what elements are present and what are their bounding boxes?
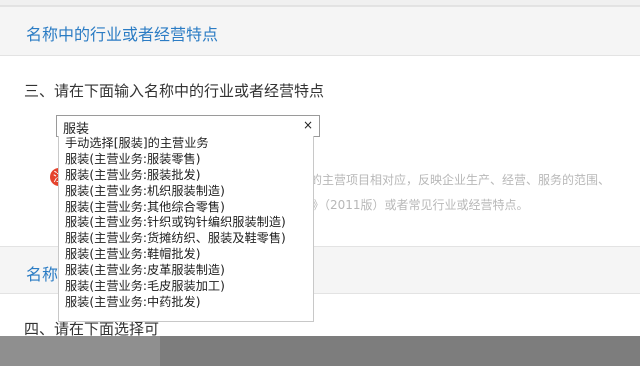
- bottom-overlay-shade: [160, 336, 640, 366]
- dropdown-item[interactable]: 服装(主营业务:毛皮服装加工): [59, 279, 313, 295]
- section-title: 名称中的行业或者经营特点: [26, 25, 219, 44]
- dropdown-item[interactable]: 服装(主营业务:鞋帽批发): [59, 247, 313, 263]
- dropdown-item[interactable]: 服装(主营业务:其他综合零售): [59, 200, 313, 216]
- dropdown-item[interactable]: 服装(主营业务:机织服装制造): [59, 184, 313, 200]
- dropdown-item[interactable]: 服装(主营业务:中药批发): [59, 295, 313, 311]
- search-input-value[interactable]: 服装: [63, 118, 89, 137]
- form-panel: 名称中的行业或者经营特点 三、请在下面输入名称中的行业或者经营特点 注 的主营项…: [0, 0, 640, 366]
- dropdown-item[interactable]: 服装(主营业务:服装批发): [59, 168, 313, 184]
- dropdown-item[interactable]: 手动选择[服装]的主营业务: [59, 136, 313, 152]
- dropdown-item[interactable]: 服装(主营业务:货摊纺织、服装及鞋零售): [59, 231, 313, 247]
- suggestion-dropdown: 手动选择[服装]的主营业务 服装(主营业务:服装零售) 服装(主营业务:服装批发…: [58, 136, 314, 322]
- question-3-label: 三、请在下面输入名称中的行业或者经营特点: [24, 82, 325, 100]
- dropdown-item[interactable]: 服装(主营业务:服装零售): [59, 152, 313, 168]
- hint-text-line-2: 》（2011版）或者常见行业或经营特点。: [312, 198, 529, 212]
- clear-icon[interactable]: ×: [303, 118, 313, 132]
- dropdown-item[interactable]: 服装(主营业务:皮革服装制造): [59, 263, 313, 279]
- section-header-industry: 名称中的行业或者经营特点: [0, 6, 640, 56]
- dropdown-item[interactable]: 服装(主营业务:针织或钩针编织服装制造): [59, 215, 313, 231]
- hint-text-line-1: 的主营项目相对应，反映企业生产、经营、服务的范围、: [310, 173, 611, 187]
- industry-search-input[interactable]: 服装 ×: [56, 115, 320, 137]
- bottom-overlay-bar: [0, 336, 640, 366]
